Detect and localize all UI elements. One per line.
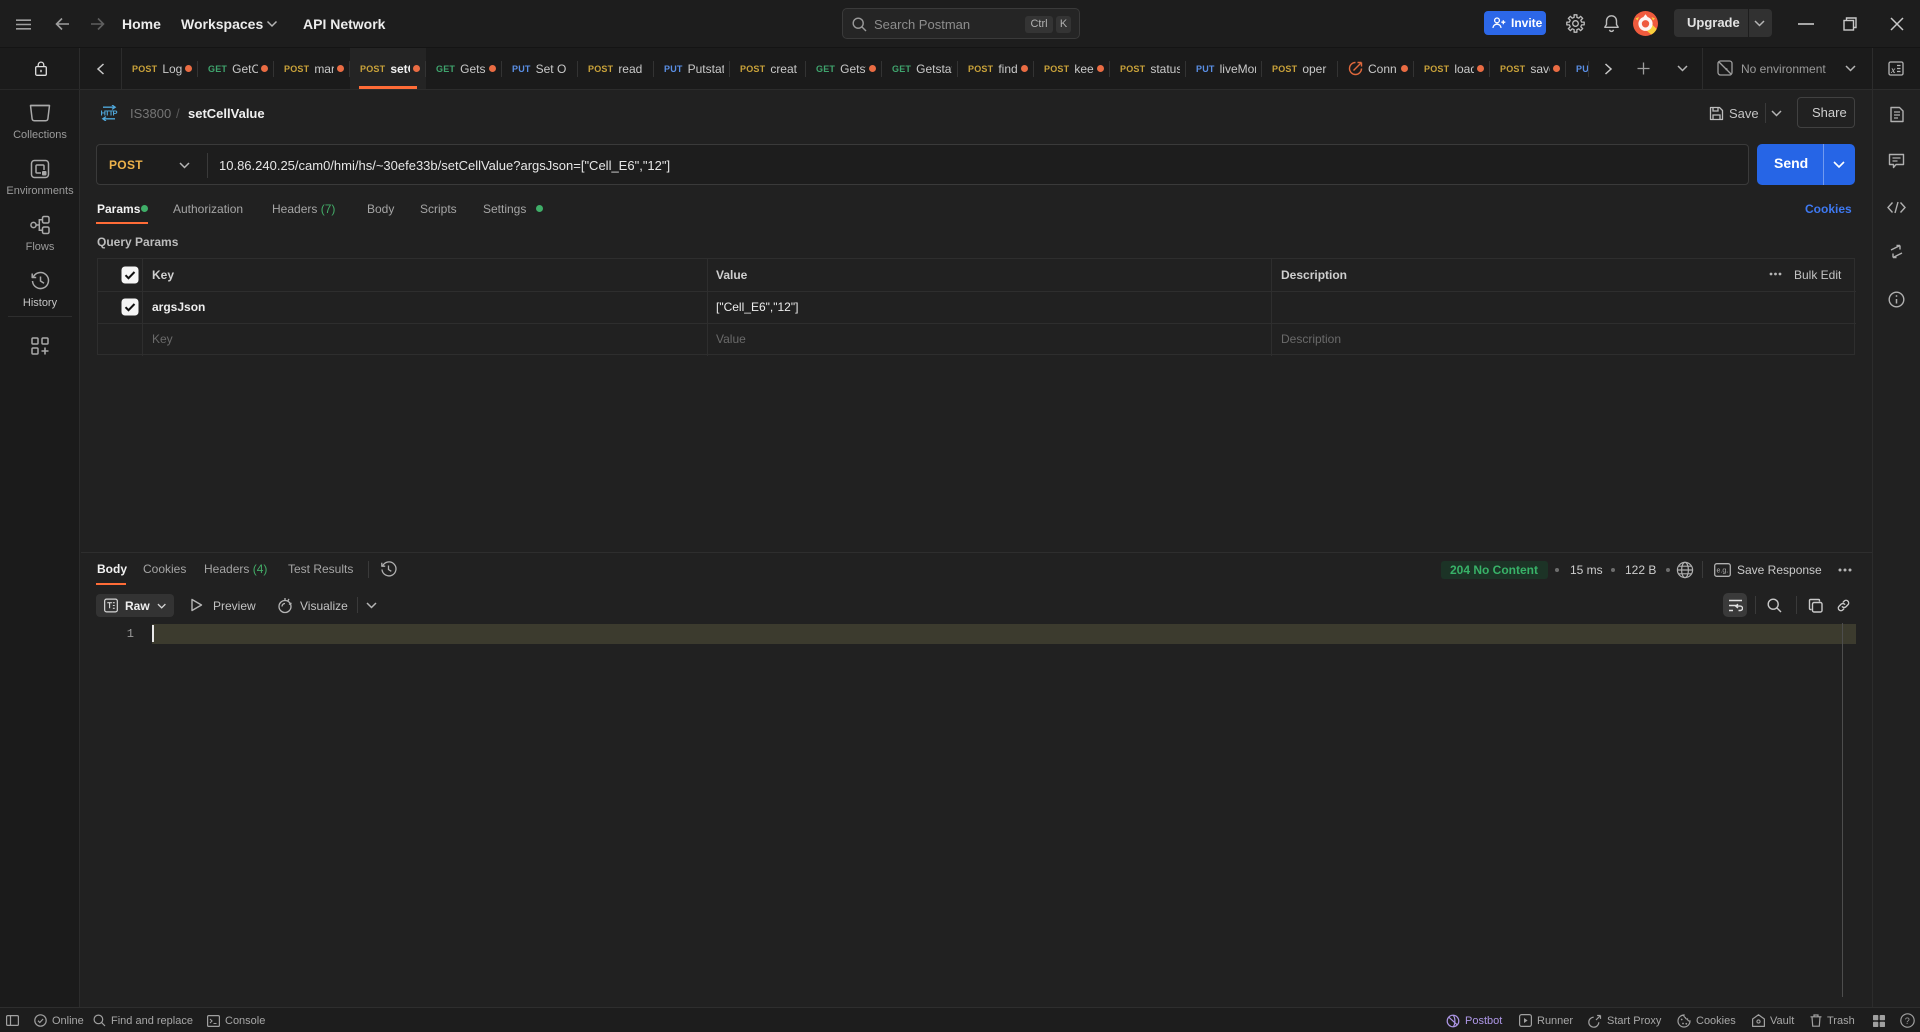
svg-text:e.g.: e.g.	[1717, 568, 1729, 575]
svg-text:HTTP: HTTP	[101, 109, 118, 118]
svg-text:x: x	[1890, 65, 1896, 75]
svg-text:?: ?	[1905, 1016, 1910, 1026]
